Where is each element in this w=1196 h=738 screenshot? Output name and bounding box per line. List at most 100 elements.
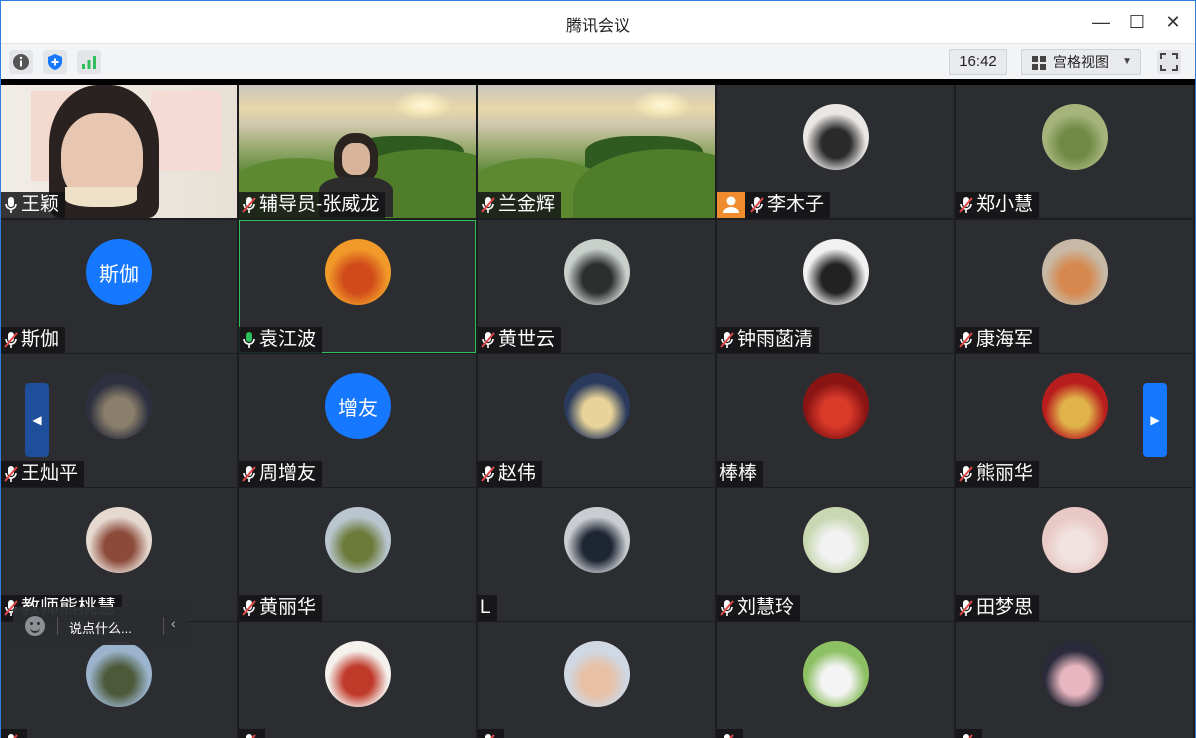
participant-tile[interactable]: 田梦思 <box>956 488 1193 621</box>
participant-tile[interactable] <box>956 622 1193 738</box>
mic-muted-icon <box>959 332 973 348</box>
participant-tile[interactable]: 袁江波 <box>239 220 476 353</box>
close-button[interactable]: ✕ <box>1162 11 1184 33</box>
collapse-chat-button[interactable]: ‹ <box>171 615 176 631</box>
participant-name: 田梦思 <box>976 597 1034 618</box>
participant-tile[interactable]: 王颖 <box>1 85 237 218</box>
next-page-button[interactable]: ▶ <box>1143 383 1167 457</box>
mic-muted-icon <box>242 466 256 482</box>
participant-tile[interactable]: 郑小慧 <box>956 85 1193 218</box>
participant-name: 棒棒 <box>719 463 758 484</box>
emoji-icon[interactable] <box>25 616 45 636</box>
avatar <box>325 507 391 573</box>
participant-name-tag <box>478 729 504 738</box>
shield-icon <box>48 54 62 70</box>
grid-view-icon <box>1032 56 1046 70</box>
signal-icon <box>82 56 96 69</box>
avatar <box>803 373 869 439</box>
avatar <box>1042 104 1108 170</box>
participant-name-tag: 赵伟 <box>478 461 543 487</box>
participant-name: 黄世云 <box>498 329 556 350</box>
security-button[interactable] <box>43 50 67 74</box>
participant-name: L <box>480 597 491 618</box>
participant-tile[interactable]: 斯伽 斯伽 <box>1 220 237 353</box>
meeting-window: 腾讯会议 — ☐ ✕ 16:42 宫格视图 ▼ 王颖 辅导员-张威龙 兰金辉 李木子 郑… <box>0 0 1196 738</box>
mic-muted-icon <box>481 466 495 482</box>
participant-name: 兰金辉 <box>498 194 556 215</box>
participant-tile[interactable]: 兰金辉 <box>478 85 715 218</box>
participant-name-tag: 斯伽 <box>1 327 66 353</box>
mic-muted-icon <box>959 197 973 213</box>
maximize-button[interactable]: ☐ <box>1126 11 1148 33</box>
chevron-right-icon: ▶ <box>1150 413 1160 427</box>
participant-name: 王颖 <box>21 194 60 215</box>
participant-name-tag: 棒棒 <box>717 461 764 487</box>
participant-tile[interactable]: 赵伟 <box>478 354 715 487</box>
participant-name: 周增友 <box>259 463 317 484</box>
participant-name-tag: 袁江波 <box>239 327 323 353</box>
mic-muted-icon <box>720 600 734 616</box>
avatar <box>1042 373 1108 439</box>
participant-name-tag <box>717 729 743 738</box>
participant-tile[interactable]: 增友周增友 <box>239 354 476 487</box>
avatar <box>86 373 152 439</box>
participant-tile[interactable]: 钟雨菡清 <box>717 220 954 353</box>
participant-name: 郑小慧 <box>976 194 1034 215</box>
participant-tile[interactable] <box>478 622 715 738</box>
participant-name-tag <box>956 729 982 738</box>
divider <box>163 617 164 635</box>
info-button[interactable] <box>9 50 33 74</box>
mic-speaking-icon <box>243 332 255 348</box>
participant-name-tag: 王灿平 <box>1 461 85 487</box>
mic-muted-icon <box>4 466 18 482</box>
chat-input-bar[interactable]: 说点什么... ‹ <box>13 607 187 645</box>
participant-tile[interactable]: 教师熊桃慧 <box>1 488 237 621</box>
avatar <box>803 104 869 170</box>
participant-name: 熊丽华 <box>976 463 1034 484</box>
avatar <box>86 641 152 707</box>
avatar <box>325 239 391 305</box>
network-status-button[interactable] <box>77 50 101 74</box>
participant-tile[interactable]: 黄世云 <box>478 220 715 353</box>
mic-muted-icon <box>481 197 495 213</box>
mic-muted-icon <box>242 600 256 616</box>
view-mode-select[interactable]: 宫格视图 ▼ <box>1021 49 1141 75</box>
participant-name-tag <box>1 729 27 738</box>
avatar <box>1042 239 1108 305</box>
meeting-toolbar: 16:42 宫格视图 ▼ <box>1 43 1195 79</box>
participant-name: 李木子 <box>767 194 825 215</box>
participant-tile[interactable]: 黄丽华 <box>239 488 476 621</box>
chevron-down-icon: ▼ <box>1122 56 1132 67</box>
mic-muted-icon <box>246 734 256 738</box>
avatar <box>803 641 869 707</box>
participant-tile[interactable] <box>717 622 954 738</box>
participant-name-tag: 李木子 <box>717 192 831 218</box>
fullscreen-button[interactable] <box>1157 50 1181 74</box>
avatar: 增友 <box>325 373 391 439</box>
avatar <box>86 507 152 573</box>
divider <box>57 617 58 635</box>
participant-tile[interactable]: 康海军 <box>956 220 1193 353</box>
mic-muted-icon <box>481 332 495 348</box>
participant-name-tag: L <box>478 595 497 621</box>
mic-muted-icon <box>959 600 973 616</box>
participant-tile[interactable]: L <box>478 488 715 621</box>
participant-tile[interactable]: 棒棒 <box>717 354 954 487</box>
participant-name-tag: 黄丽华 <box>239 595 323 621</box>
mic-muted-icon <box>8 734 18 738</box>
avatar <box>1042 507 1108 573</box>
participant-tile[interactable]: 李木子 <box>717 85 954 218</box>
mic-muted-icon <box>959 466 973 482</box>
participant-tile[interactable]: 刘慧玲 <box>717 488 954 621</box>
participant-name: 赵伟 <box>498 463 537 484</box>
window-title: 腾讯会议 <box>565 18 630 35</box>
participant-name: 刘慧玲 <box>737 597 795 618</box>
prev-page-button[interactable]: ◀ <box>25 383 49 457</box>
avatar <box>564 507 630 573</box>
participant-tile[interactable] <box>239 622 476 738</box>
chat-input[interactable]: 说点什么... <box>69 618 132 637</box>
minimize-button[interactable]: — <box>1090 11 1112 33</box>
info-icon <box>13 54 29 70</box>
participant-tile[interactable]: 辅导员-张威龙 <box>239 85 476 218</box>
title-bar: 腾讯会议 — ☐ ✕ <box>1 1 1195 43</box>
